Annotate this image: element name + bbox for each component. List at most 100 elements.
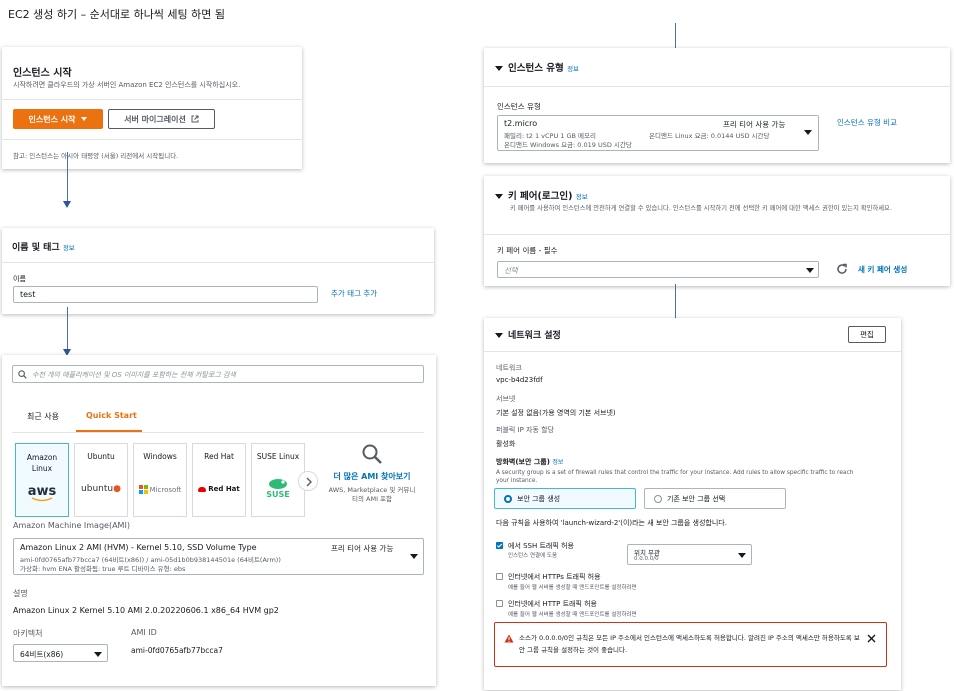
instance-type-title: 인스턴스 유형 [508, 63, 564, 74]
create-sg-label: 보안 그룹 생성 [517, 495, 561, 503]
key-pair-select[interactable]: 선택 [497, 261, 819, 278]
ssh-sub: 인스턴스 연결에 도움 [508, 553, 558, 559]
page-title: EC2 생성 하기 – 순서대로 하나씩 세팅 하면 됨 [8, 8, 226, 21]
ami-tile-label: Red Hat [204, 452, 234, 461]
warning-icon [504, 634, 514, 643]
network-settings-card: 네트워크 설정 편집 네트워크 vpc-b4d23fdf 서브넷 기본 설정 없… [484, 318, 901, 690]
key-pair-card: 키 페어(로그인) 정보 키 페어를 사용하여 인스턴스에 안전하게 연결할 수… [484, 176, 950, 286]
name-input[interactable]: test [13, 286, 318, 303]
ami-tile-label: SUSE Linux [256, 452, 300, 461]
warning-alert: 소스가 0.0.0.0/0인 규칙은 모든 IP 주소에서 인스턴스에 액세스하… [494, 622, 887, 667]
ssh-label: 에서 SSH 트래픽 허용 [508, 542, 574, 550]
browse-more-link[interactable]: 더 많은 AMI 찾아보기 [327, 471, 417, 483]
ubuntu-logo: ubuntu● [81, 484, 121, 494]
ami-attrs: 가상화: hvm ENA 활성화됨: true 루트 디바이스 유형: ebs [20, 565, 186, 573]
instance-type-select[interactable]: t2.micro 프리 티어 사용 가능 패밀리: t2 1 vCPU 1 GB… [497, 115, 819, 151]
arch-value: 64비트(x86) [20, 650, 64, 659]
instance-type-card: 인스턴스 유형 정보 인스턴스 유형 t2.micro 프리 티어 사용 가능 … [484, 48, 950, 163]
ami-tile-ubuntu[interactable]: Ubuntu ubuntu● [74, 443, 128, 517]
caret-down-icon [804, 130, 812, 135]
existing-sg-label: 기존 보안 그룹 선택 [667, 495, 726, 503]
network-title: 네트워크 설정 [508, 331, 561, 341]
ami-search-input[interactable]: 수천 개의 애플리케이션 및 OS 이미지를 포함하는 전체 카탈로그 검색 [12, 365, 424, 383]
caret-down-icon [81, 117, 88, 121]
arch-select[interactable]: 64비트(x86) [13, 644, 108, 662]
arch-label: 아키텍처 [13, 629, 43, 638]
key-pair-label: 키 페어 이름 - 필수 [497, 246, 558, 255]
redhat-logo: Red Hat [193, 485, 245, 493]
key-pair-desc: 키 페어를 사용하여 인스턴스에 안전하게 연결할 수 있습니다. 인스턴스를 … [510, 205, 892, 212]
name-tags-info-link[interactable]: 정보 [63, 244, 75, 252]
add-tags-link[interactable]: 추가 태그 추가 [331, 288, 377, 299]
collapse-icon[interactable] [495, 66, 503, 71]
ami-tile-label: Windows [143, 452, 177, 461]
firewall-label: 방화벽(보안 그룹) [496, 458, 550, 466]
warning-text: 소스가 0.0.0.0/0인 규칙은 모든 IP 주소에서 인스턴스에 액세스하… [519, 634, 860, 654]
key-pair-placeholder: 선택 [504, 266, 518, 275]
instance-free-tier: 프리 티어 사용 가능 [723, 120, 786, 129]
firewall-info-link[interactable]: 정보 [552, 459, 563, 466]
http-label: 인터넷에서 HTTP 트래픽 허용 [508, 600, 597, 608]
https-checkbox[interactable] [496, 573, 503, 580]
launch-title: 인스턴스 시작 [13, 68, 72, 79]
radio-unselected-icon [654, 495, 662, 503]
collapse-icon[interactable] [495, 333, 503, 338]
name-tags-card: 이름 및 태그 정보 이름 test 추가 태그 추가 [2, 228, 434, 314]
browse-more-amis[interactable]: 더 많은 AMI 찾아보기 AWS, Marketplace 및 커뮤니티의 A… [327, 443, 417, 504]
http-checkbox[interactable] [496, 600, 503, 607]
edit-button[interactable]: 편집 [848, 326, 886, 343]
server-migration-button[interactable]: 서버 마이그레이션 [108, 109, 215, 129]
instance-type-info-link[interactable]: 정보 [567, 65, 579, 73]
key-pair-info-link[interactable]: 정보 [576, 193, 588, 201]
ami-free-tier: 프리 티어 사용 가능 [331, 544, 394, 553]
ami-tile-windows[interactable]: Windows Microsoft [133, 443, 187, 517]
close-icon[interactable] [867, 634, 876, 643]
https-sub: 예를 들어 웹 서버를 생성할 때 엔드포인트를 설정하려면 [508, 585, 637, 591]
create-security-group-radio[interactable]: 보안 그룹 생성 [494, 488, 636, 509]
public-ip-value: 활성화 [496, 440, 516, 448]
ami-tile-amazon-linux[interactable]: Amazon Linux aws [15, 443, 69, 517]
ami-card: 수천 개의 애플리케이션 및 OS 이미지를 포함하는 전체 카탈로그 검색 최… [2, 355, 436, 686]
ami-tile-label: Ubuntu [87, 452, 115, 461]
collapse-icon[interactable] [495, 194, 503, 199]
firewall-desc: A security group is a set of firewall ru… [496, 470, 854, 484]
refresh-icon[interactable] [836, 263, 848, 275]
network-value: vpc-b4d23fdf [496, 376, 543, 384]
caret-down-icon [94, 652, 102, 657]
server-migration-label: 서버 마이그레이션 [124, 114, 186, 124]
ssh-source-select[interactable]: 위치 무관 0.0.0.0/0 [627, 544, 752, 565]
existing-security-group-radio[interactable]: 기존 보안 그룹 선택 [644, 488, 786, 509]
ami-tile-suse[interactable]: SUSE Linux SUSE [251, 443, 305, 517]
caret-down-icon [738, 553, 746, 558]
desc-label: 설명 [13, 589, 28, 598]
desc-value: Amazon Linux 2 Kernel 5.10 AMI 2.0.20220… [13, 606, 279, 615]
aws-logo: aws [27, 484, 57, 499]
tab-quick-start[interactable]: Quick Start [86, 411, 137, 420]
ami-id-label: AMI ID [131, 628, 157, 637]
launch-instance-card: 인스턴스 시작 시작하려면 클라우드의 가상 서버인 Amazon EC2 인스… [2, 47, 302, 169]
instance-type-value: t2.micro [504, 119, 538, 128]
compare-instance-types-link[interactable]: 인스턴스 유형 비교 [837, 117, 897, 128]
create-key-pair-link[interactable]: 새 키 페어 생성 [858, 264, 907, 275]
browse-more-desc: AWS, Marketplace 및 커뮤니티의 AMI 포함 [328, 486, 416, 503]
external-link-icon [191, 115, 199, 123]
https-label: 인터넷에서 HTTPs 트래픽 허용 [508, 573, 601, 581]
launch-note: 참고: 인스턴스는 아시아 태평양 (서울) 리전에서 시작됩니다. [13, 152, 179, 160]
ami-label: Amazon Machine Image(AMI) [13, 521, 130, 530]
http-sub: 예를 들어 웹 서버를 생성할 때 엔드포인트를 설정하려면 [508, 612, 637, 618]
launch-instance-label: 인스턴스 시작 [28, 114, 76, 124]
search-icon [18, 370, 27, 379]
chevron-right-icon [306, 477, 312, 487]
tiles-next-button[interactable] [298, 471, 318, 491]
rule-text: 다음 규칙을 사용하여 'launch-wizard-2'(이)라는 새 보안 … [496, 519, 727, 527]
microsoft-logo: Microsoft [134, 485, 186, 494]
ami-select[interactable]: Amazon Linux 2 AMI (HVM) - Kernel 5.10, … [13, 538, 424, 575]
caret-down-icon [410, 554, 418, 559]
subnet-value: 기본 설정 없음(가용 영역의 기본 서브넷) [496, 409, 616, 417]
name-label: 이름 [13, 275, 26, 283]
tab-recent[interactable]: 최근 사용 [27, 411, 59, 422]
ami-tile-redhat[interactable]: Red Hat Red Hat [192, 443, 246, 517]
linux-price: 온디맨드 Linux 요금: 0.0144 USD 시간당 [649, 132, 770, 140]
ssh-checkbox[interactable] [496, 542, 503, 549]
launch-instance-button[interactable]: 인스턴스 시작 [13, 109, 103, 129]
